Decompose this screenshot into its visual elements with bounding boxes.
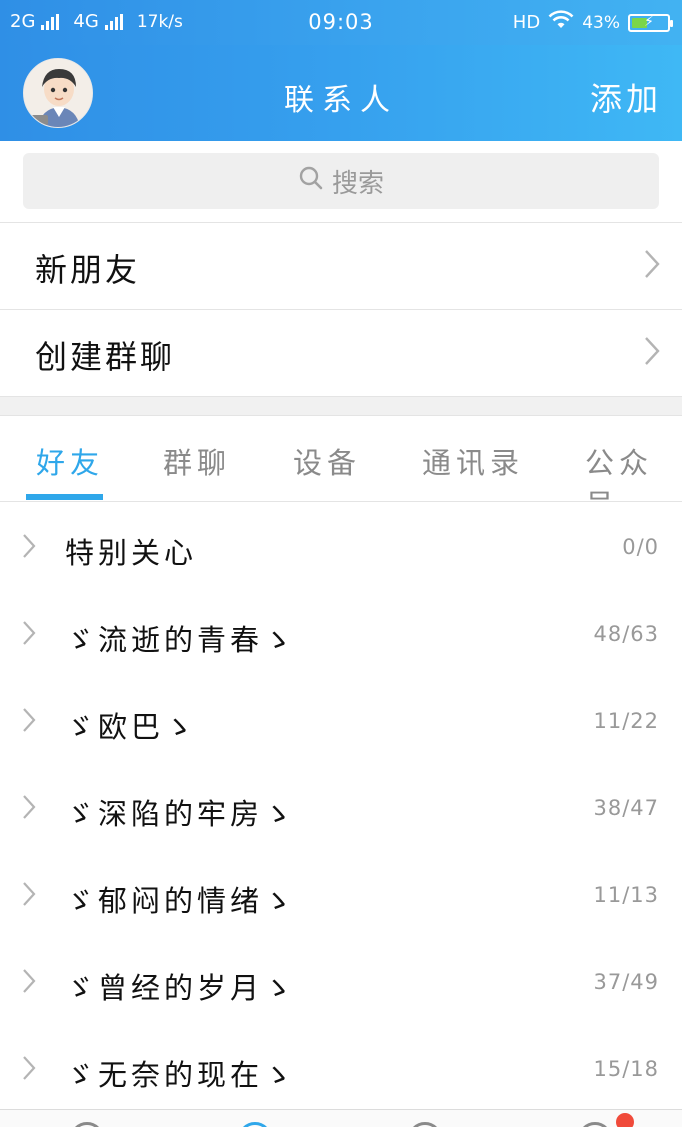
chevron-right-icon: [22, 881, 36, 911]
battery-icon: ⚡: [628, 13, 673, 32]
status-right: HD 43% ⚡: [512, 10, 673, 35]
wifi-icon: [548, 10, 574, 35]
charging-icon: ⚡: [644, 13, 654, 30]
friend-group-row[interactable]: ゞ郁闷的情绪ゝ 11/13: [0, 850, 682, 937]
group-name: ゞ深陷的牢房ゝ: [65, 797, 297, 831]
chevron-right-icon: [22, 620, 36, 650]
tab-group-chats[interactable]: 群聊: [163, 440, 231, 482]
group-name: ゞ郁闷的情绪ゝ: [65, 884, 297, 918]
header: 联系人 添加: [0, 45, 682, 141]
notification-badge: [616, 1113, 634, 1127]
group-count: 0/0: [622, 535, 659, 559]
chevron-right-icon: [644, 336, 660, 370]
create-group-chat-label: 创建群聊: [35, 338, 176, 376]
page-title: 联系人: [284, 83, 398, 118]
moments-tab-icon[interactable]: [408, 1122, 442, 1127]
tab-friends[interactable]: 好友: [36, 440, 104, 482]
group-name: ゞ欧巴ゝ: [65, 710, 198, 744]
chevron-right-icon: [22, 794, 36, 824]
chevron-right-icon: [22, 533, 36, 563]
group-count: 37/49: [593, 970, 659, 994]
tab-devices[interactable]: 设备: [293, 440, 361, 482]
group-name: ゞ流逝的青春ゝ: [65, 623, 297, 657]
group-count: 11/22: [593, 709, 659, 733]
messages-tab-icon[interactable]: [70, 1122, 104, 1127]
group-count: 15/18: [593, 1057, 659, 1081]
group-name: 特别关心: [65, 536, 198, 570]
search-section: 搜索: [0, 141, 682, 222]
tab-address-book[interactable]: 通讯录: [422, 440, 524, 482]
chevron-right-icon: [644, 249, 660, 283]
create-group-chat-row[interactable]: 创建群聊: [0, 309, 682, 395]
active-tab-indicator: [26, 494, 103, 500]
search-placeholder: 搜索: [331, 168, 384, 199]
friend-group-row[interactable]: ゞ欧巴ゝ 11/22: [0, 676, 682, 763]
friend-group-row[interactable]: ゞ深陷的牢房ゝ 38/47: [0, 763, 682, 850]
new-friends-row[interactable]: 新朋友: [0, 222, 682, 308]
search-icon: [298, 165, 324, 198]
status-bar: 2G 4G 17k/s 09:03 HD 43% ⚡: [0, 0, 682, 45]
friend-group-row[interactable]: 特别关心 0/0: [0, 502, 682, 589]
chevron-right-icon: [22, 968, 36, 998]
friend-group-row[interactable]: ゞ曾经的岁月ゝ 37/49: [0, 937, 682, 1024]
new-friends-label: 新朋友: [35, 251, 141, 289]
group-name: ゞ无奈的现在ゝ: [65, 1058, 297, 1092]
friend-group-row[interactable]: ゞ流逝的青春ゝ 48/63: [0, 589, 682, 676]
group-count: 38/47: [593, 796, 659, 820]
hd-label: HD: [512, 12, 541, 33]
tab-bar: 好友 群聊 设备 通讯录 公众号: [0, 416, 682, 522]
add-button[interactable]: 添加: [590, 74, 662, 120]
contacts-tab-icon[interactable]: [238, 1122, 272, 1127]
search-input[interactable]: 搜索: [23, 153, 659, 209]
group-count: 48/63: [593, 622, 659, 646]
battery-percent: 43%: [582, 12, 620, 33]
friend-group-row[interactable]: ゞ无奈的现在ゝ 15/18: [0, 1024, 682, 1111]
group-name: ゞ曾经的岁月ゝ: [65, 971, 297, 1005]
section-divider: [0, 396, 682, 416]
group-count: 11/13: [593, 883, 659, 907]
discover-tab-icon[interactable]: [578, 1122, 612, 1127]
bottom-nav-bar: [0, 1109, 682, 1127]
chevron-right-icon: [22, 1055, 36, 1085]
chevron-right-icon: [22, 707, 36, 737]
